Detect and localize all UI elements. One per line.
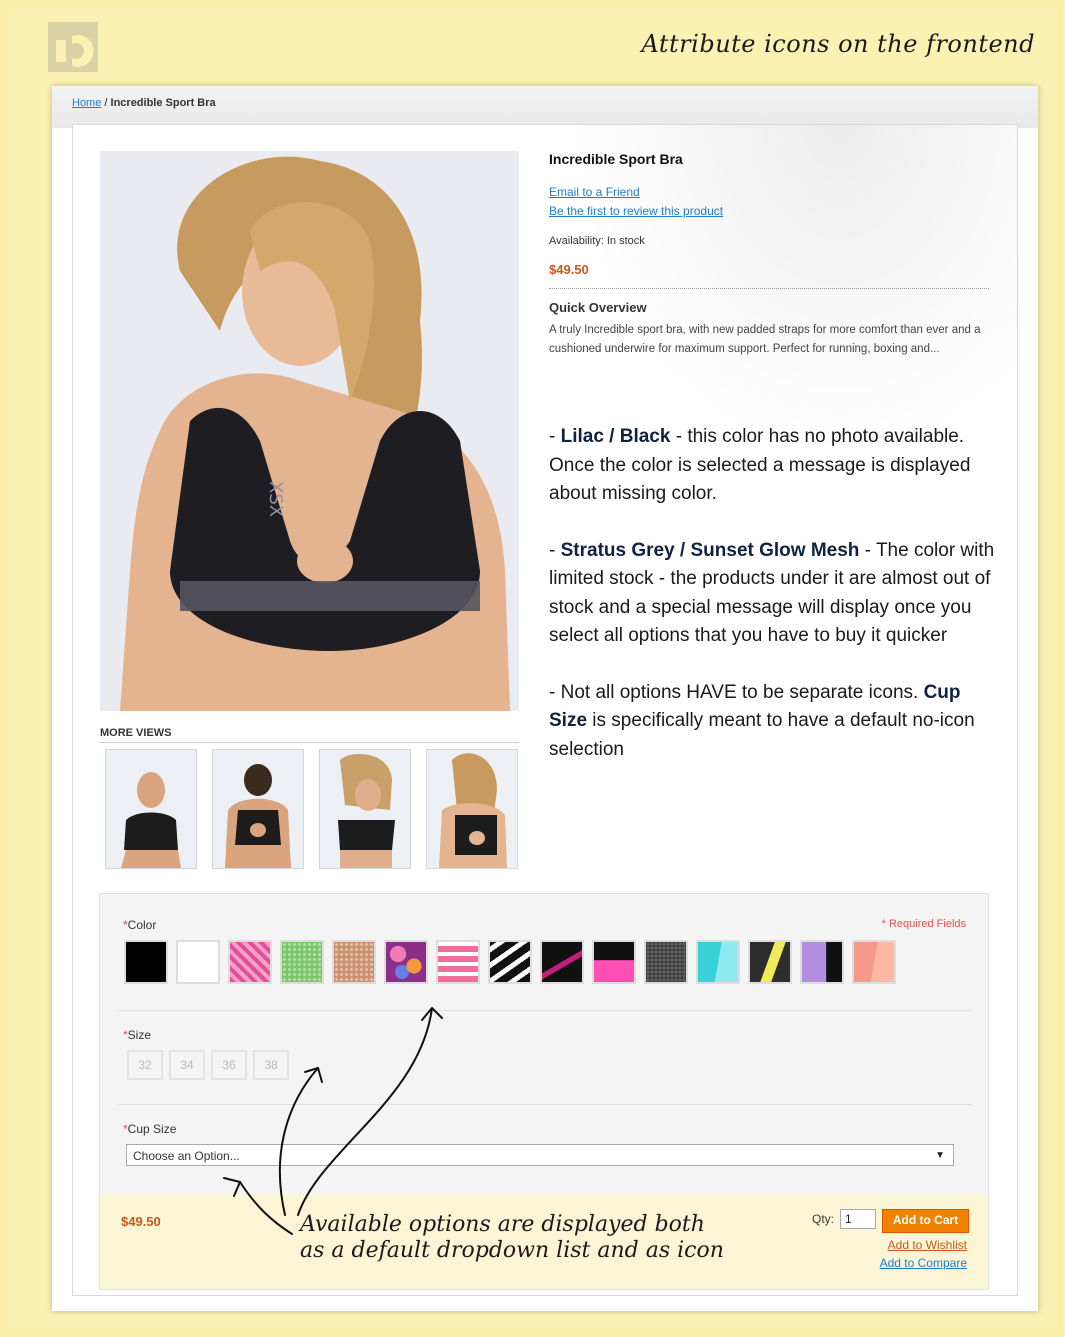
size-label: *Size — [123, 1028, 152, 1042]
cup-size-label: *Cup Size — [123, 1122, 177, 1136]
product-name: Incredible Sport Bra — [549, 151, 683, 167]
quick-overview-title: Quick Overview — [549, 300, 647, 315]
size-option-36[interactable]: 36 — [211, 1050, 247, 1080]
cart-price: $49.50 — [121, 1214, 161, 1229]
color-swatch[interactable] — [644, 940, 688, 984]
breadcrumb-bar: Home / Incredible Sport Bra — [52, 86, 1038, 128]
color-swatch[interactable] — [748, 940, 792, 984]
divider — [118, 1010, 972, 1011]
breadcrumb: Home / Incredible Sport Bra — [72, 97, 216, 109]
color-swatch[interactable] — [800, 940, 844, 984]
thumbnail-1[interactable] — [105, 749, 197, 869]
note-1: - Lilac / Black - this color has no phot… — [549, 426, 971, 504]
size-options: 32 34 36 38 — [127, 1050, 289, 1080]
thumbnail-list — [105, 749, 518, 869]
thumbnail-2[interactable] — [212, 749, 304, 869]
cup-size-selected: Choose an Option... — [133, 1149, 240, 1163]
annotation-notes: - Lilac / Black - this color has no phot… — [549, 423, 997, 792]
dropdown-arrow-icon: ▼ — [935, 1150, 945, 1161]
annotation-line-1: Available options are displayed both — [300, 1212, 705, 1237]
email-friend-link[interactable]: Email to a Friend — [549, 183, 989, 202]
svg-text:XSX: XSX — [265, 481, 286, 517]
size-option-34[interactable]: 34 — [169, 1050, 205, 1080]
color-swatch[interactable] — [696, 940, 740, 984]
product-page: Home / Incredible Sport Bra XSX MORE VIE… — [52, 86, 1038, 1311]
page-header-title: Attribute icons on the frontend — [641, 30, 1035, 58]
color-swatch[interactable] — [436, 940, 480, 984]
breadcrumb-home-link[interactable]: Home — [72, 97, 101, 109]
add-to-compare-link[interactable]: Add to Compare — [880, 1256, 967, 1270]
color-label: *Color — [123, 918, 157, 932]
note-2: - Stratus Grey / Sunset Glow Mesh - The … — [549, 539, 995, 647]
divider — [118, 1104, 972, 1105]
color-swatch[interactable] — [176, 940, 220, 984]
color-swatch[interactable] — [592, 940, 636, 984]
product-price: $49.50 — [549, 262, 989, 289]
review-link[interactable]: Be the first to review this product — [549, 202, 989, 221]
color-swatch[interactable] — [124, 940, 168, 984]
note-3: - Not all options HAVE to be separate ic… — [549, 681, 975, 760]
color-swatches — [124, 940, 896, 984]
handwritten-annotation: Available options are displayed both as … — [300, 1212, 724, 1264]
annotation-line-2: as a default dropdown list and as icon — [300, 1238, 724, 1263]
cup-size-select[interactable]: Choose an Option... ▼ — [126, 1144, 954, 1166]
color-swatch[interactable] — [540, 940, 584, 984]
size-option-32[interactable]: 32 — [127, 1050, 163, 1080]
availability: Availability: In stock — [549, 235, 645, 247]
required-fields-note: * Required Fields — [881, 918, 966, 930]
logo-icon — [48, 22, 98, 72]
thumbnail-4[interactable] — [426, 749, 518, 869]
color-swatch[interactable] — [384, 940, 428, 984]
qty-input[interactable]: 1 — [840, 1209, 876, 1229]
main-product-image[interactable]: XSX — [100, 151, 519, 711]
color-swatch[interactable] — [280, 940, 324, 984]
product-content: XSX MORE VIEWS Incredible Sport Bra Emai… — [72, 124, 1018, 1296]
more-views-title: MORE VIEWS — [100, 727, 519, 743]
qty-label: Qty: — [812, 1212, 835, 1226]
product-info: Incredible Sport Bra Email to a Friend B… — [549, 151, 989, 359]
add-to-cart-button[interactable]: Add to Cart — [882, 1209, 969, 1233]
color-swatch[interactable] — [332, 940, 376, 984]
add-to-wishlist-link[interactable]: Add to Wishlist — [888, 1238, 967, 1252]
color-swatch[interactable] — [488, 940, 532, 984]
breadcrumb-current: Incredible Sport Bra — [110, 97, 216, 109]
thumbnail-3[interactable] — [319, 749, 411, 869]
size-option-38[interactable]: 38 — [253, 1050, 289, 1080]
breadcrumb-separator: / — [101, 97, 111, 109]
quick-overview-text: A truly Incredible sport bra, with new p… — [549, 324, 981, 355]
color-swatch[interactable] — [852, 940, 896, 984]
color-swatch[interactable] — [228, 940, 272, 984]
